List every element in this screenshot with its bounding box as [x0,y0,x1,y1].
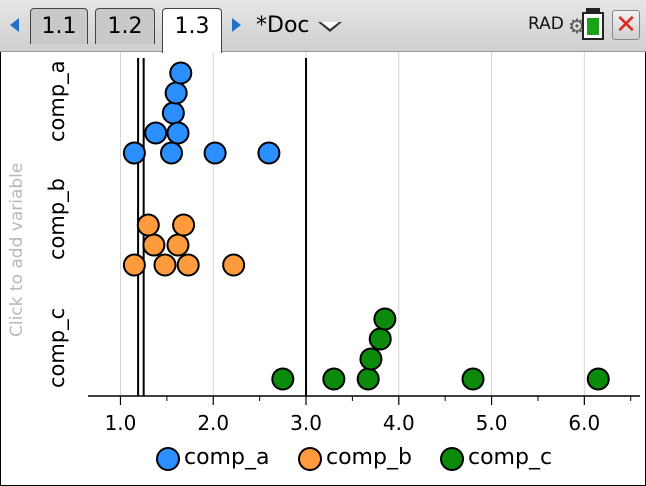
data-point-comp-b [122,253,146,277]
data-point-comp-b [153,253,177,277]
data-point-comp-b [142,233,166,257]
data-point-comp-a [144,121,168,145]
legend-label-comp-a: comp_a [184,445,270,470]
data-point-comp-c [373,307,397,331]
legend-swatch-comp-c [440,447,464,471]
legend-swatch-comp-a [156,447,180,471]
data-point-comp-a [122,141,146,165]
data-point-comp-a [169,61,193,85]
data-point-comp-c [368,327,392,351]
data-point-comp-c [359,347,383,371]
data-point-comp-a [166,121,190,145]
legend-label-comp-b: comp_b [326,445,412,470]
legend: comp_a comp_b comp_c [0,445,646,481]
x-tick-label: 2.0 [197,411,229,435]
x-tick-label: 6.0 [568,411,600,435]
data-point-comp-a [161,101,185,125]
x-tick-label: 5.0 [476,411,508,435]
legend-label-comp-c: comp_c [468,445,553,470]
data-point-comp-c [322,367,346,391]
data-point-comp-a [257,141,281,165]
x-tick-label: 3.0 [290,411,322,435]
x-axis-ticks: 1.0 2.0 3.0 4.0 5.0 6.0 [105,396,632,435]
data-point-comp-c [586,367,610,391]
data-point-comp-a [159,141,183,165]
data-point-comp-a [164,81,188,105]
data-point-comp-b [172,213,196,237]
x-tick-label: 1.0 [105,411,137,435]
data-point-comp-c [461,367,485,391]
data-point-comp-b [166,233,190,257]
data-point-comp-a [203,141,227,165]
legend-swatch-comp-b [298,447,322,471]
x-tick-label: 4.0 [383,411,415,435]
data-point-comp-c [356,367,380,391]
dot-plot[interactable]: 1.0 2.0 3.0 4.0 5.0 6.0 [0,0,646,486]
data-point-comp-b [136,213,160,237]
data-point-comp-b [176,253,200,277]
data-points [122,61,610,391]
data-point-comp-b [222,253,246,277]
data-point-comp-c [271,367,295,391]
